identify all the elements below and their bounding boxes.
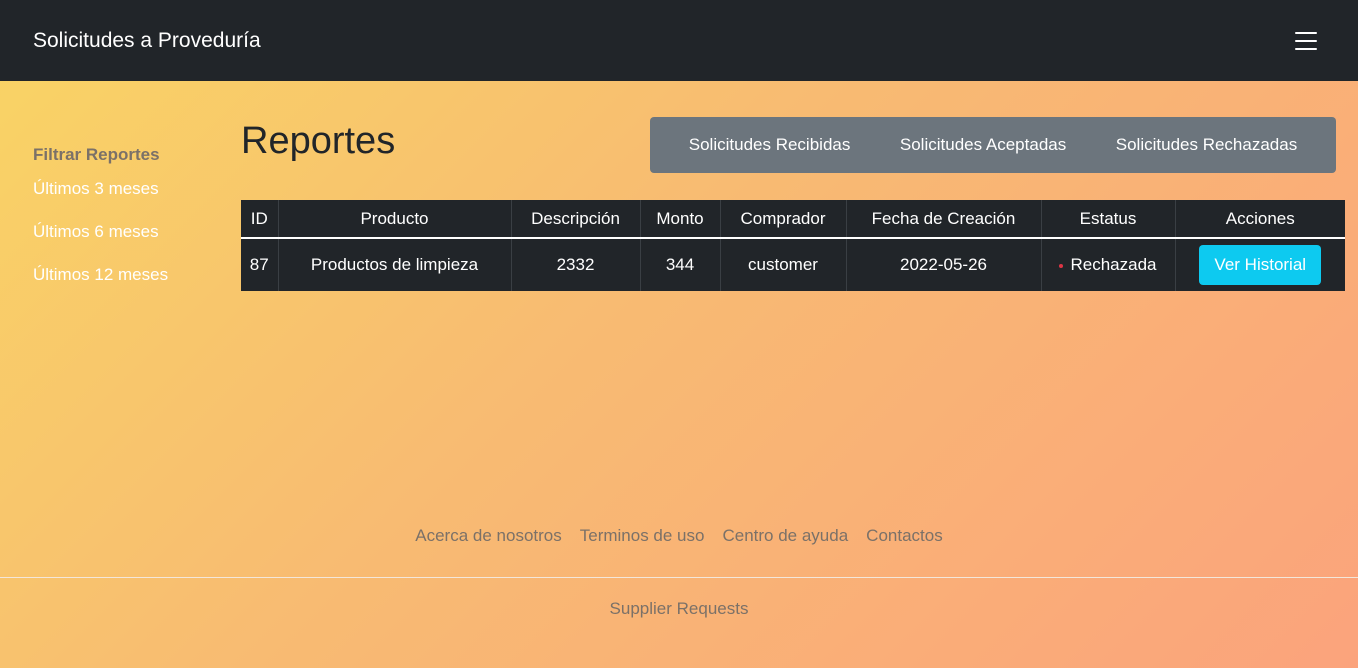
column-header-comprador: Comprador [720,200,847,239]
tab-rejected[interactable]: Solicitudes Rechazadas [1116,135,1297,155]
status-label: Rechazada [1070,255,1157,274]
navbar: Solicitudes a Proveduría [0,0,1358,81]
cell-estatus: Rechazada [1041,238,1176,291]
tab-received[interactable]: Solicitudes Recibidas [689,135,851,155]
cell-acciones: Ver Historial [1175,238,1345,291]
footer-link-about[interactable]: Acerca de nosotros [415,526,561,546]
hamburger-bar [1295,47,1317,50]
cell-descripcion: 2332 [511,238,641,291]
status-dot-icon [1059,263,1064,268]
request-tabs: Solicitudes Recibidas Solicitudes Acepta… [650,117,1336,173]
footer-link-help[interactable]: Centro de ayuda [722,526,848,546]
column-header-producto: Producto [278,200,512,239]
hamburger-bar [1295,31,1317,34]
hamburger-menu-icon[interactable] [1295,31,1317,50]
page-title: Reportes [241,120,396,162]
footer-copyright: Supplier Requests [609,599,749,618]
sidebar-item-12-months[interactable]: Últimos 12 meses [33,265,213,285]
footer-links: Acerca de nosotros Terminos de uso Centr… [0,526,1358,546]
reports-table: ID Producto Descripción Monto Comprador … [241,200,1345,291]
footer-divider [0,577,1358,578]
column-header-acciones: Acciones [1175,200,1345,239]
footer-link-contact[interactable]: Contactos [866,526,943,546]
cell-fecha: 2022-05-26 [846,238,1042,291]
sidebar-item-3-months[interactable]: Últimos 3 meses [33,179,213,199]
sidebar: Filtrar Reportes Últimos 3 meses Últimos… [33,145,213,308]
column-header-fecha: Fecha de Creación [846,200,1042,239]
cell-monto: 344 [640,238,721,291]
column-header-id: ID [241,200,279,239]
sidebar-item-6-months[interactable]: Últimos 6 meses [33,222,213,242]
column-header-estatus: Estatus [1041,200,1176,239]
table-row: 87 Productos de limpieza 2332 344 custom… [241,238,1345,291]
table-header-row: ID Producto Descripción Monto Comprador … [241,200,1345,239]
cell-producto: Productos de limpieza [278,238,512,291]
cell-comprador: customer [720,238,847,291]
cell-id: 87 [241,238,279,291]
column-header-monto: Monto [640,200,721,239]
view-history-button[interactable]: Ver Historial [1199,245,1322,285]
column-header-descripcion: Descripción [511,200,641,239]
footer-link-terms[interactable]: Terminos de uso [580,526,705,546]
navbar-brand[interactable]: Solicitudes a Proveduría [33,29,261,53]
hamburger-bar [1295,39,1317,42]
sidebar-heading: Filtrar Reportes [33,145,160,164]
tab-accepted[interactable]: Solicitudes Aceptadas [900,135,1066,155]
